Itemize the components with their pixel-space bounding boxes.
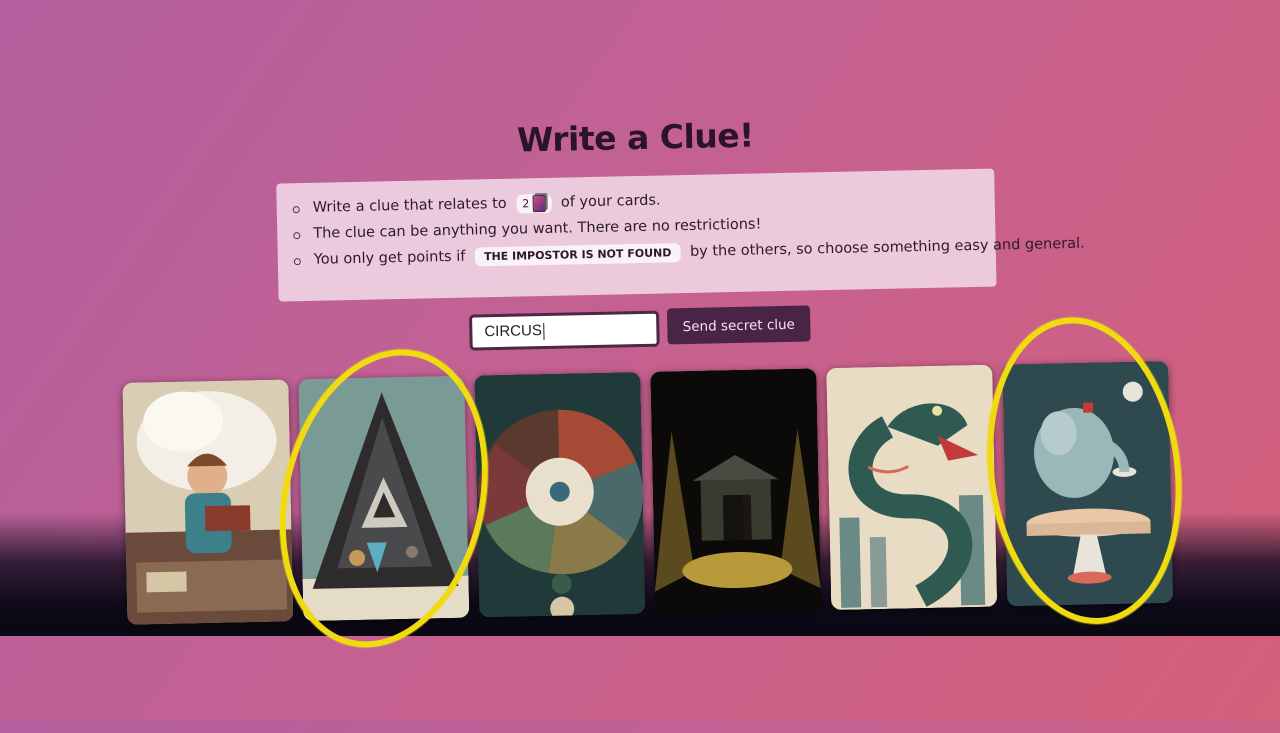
rule-text: by the others, so choose something easy … xyxy=(689,235,1085,260)
card-serpent[interactable] xyxy=(826,364,998,611)
wheel-illustration xyxy=(474,371,646,618)
rule-text: Write a clue that relates to xyxy=(312,195,507,216)
send-clue-button[interactable]: Send secret clue xyxy=(666,305,811,345)
rule-text: You only get points if xyxy=(313,248,466,268)
card-count-badge: 2 xyxy=(516,193,552,214)
clue-input-value: CIRCUS xyxy=(484,322,543,341)
card-shed[interactable] xyxy=(650,368,822,614)
cards-icon xyxy=(532,194,546,213)
serpent-illustration xyxy=(826,364,998,611)
rules-list: Write a clue that relates to 2 of your c… xyxy=(306,181,1085,273)
card-boy-reading[interactable] xyxy=(122,379,294,625)
card-wheel[interactable] xyxy=(474,371,646,618)
game-stage: Write a Clue! Write a clue that relates … xyxy=(0,0,1280,733)
boy-reading-illustration xyxy=(122,379,294,625)
text-caret xyxy=(542,322,545,340)
shed-illustration xyxy=(650,368,822,614)
impostor-badge: THE IMPOSTOR IS NOT FOUND xyxy=(474,242,681,266)
rules-panel: Write a clue that relates to 2 of your c… xyxy=(276,168,1085,302)
page-title: Write a Clue! xyxy=(516,115,755,160)
rule-text: of your cards. xyxy=(560,192,661,211)
card-count: 2 xyxy=(522,196,530,210)
clue-input[interactable]: CIRCUS xyxy=(469,310,660,351)
